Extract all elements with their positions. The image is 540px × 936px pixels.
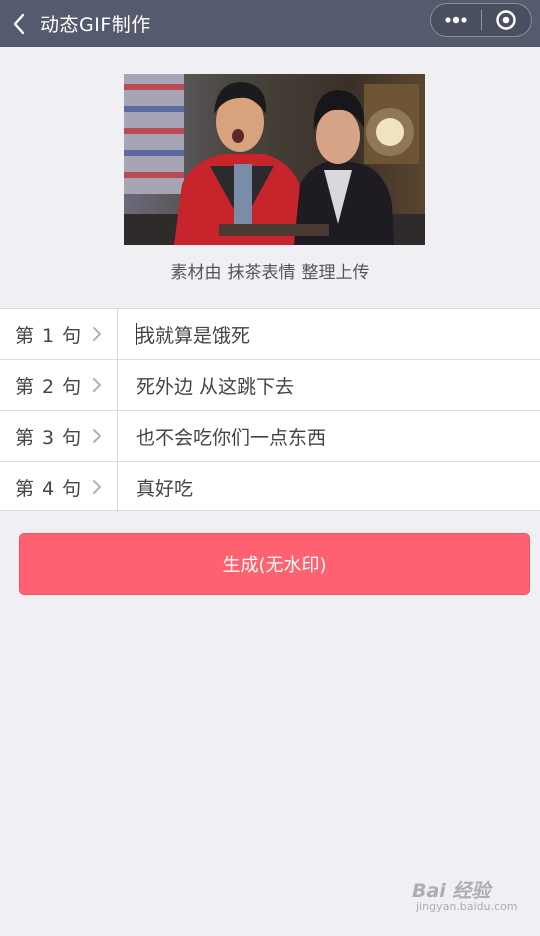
nav-bar: 动态GIF制作 (0, 0, 540, 47)
text-cursor (136, 323, 137, 345)
chevron-right-icon (93, 429, 101, 443)
credit-author: 抹茶表情 (227, 263, 296, 283)
chevron-left-icon (13, 13, 25, 34)
target-close-icon (496, 10, 516, 30)
sentence-label-1[interactable]: 第 1 句 (0, 309, 118, 360)
sentence-label-text: 第 2 句 (15, 376, 83, 398)
sentence-row-1: 第 1 句 (0, 309, 540, 360)
chevron-right-icon (93, 480, 101, 494)
sentence-input-3[interactable] (136, 411, 530, 462)
sentence-input-2[interactable] (136, 360, 530, 411)
sentence-input-1[interactable] (136, 309, 530, 360)
chevron-right-icon (93, 327, 101, 341)
mini-program-capsule (430, 3, 532, 37)
sentence-row-4: 第 4 句 (0, 462, 540, 513)
sentence-list: 第 1 句 第 2 句 第 3 句 第 4 句 (0, 308, 540, 513)
sentence-label-2[interactable]: 第 2 句 (0, 360, 118, 411)
watermark-url: jingyan.baidu.com (416, 900, 518, 913)
sentence-label-text: 第 4 句 (15, 478, 83, 500)
generate-button[interactable]: 生成(无水印) (19, 533, 530, 595)
sentence-label-4[interactable]: 第 4 句 (0, 462, 118, 513)
baidu-jingyan-watermark: Bai 经验 jingyan.baidu.com (412, 874, 518, 918)
watermark-text: Bai 经验 (412, 880, 491, 902)
sentence-label-3[interactable]: 第 3 句 (0, 411, 118, 462)
credit-prefix: 素材由 (170, 263, 222, 283)
gif-preview-image (124, 74, 425, 245)
sentence-label-text: 第 1 句 (15, 325, 83, 347)
page-title: 动态GIF制作 (40, 14, 151, 36)
back-button[interactable] (0, 0, 38, 47)
more-button[interactable] (431, 4, 481, 36)
sentence-row-3: 第 3 句 (0, 411, 540, 462)
more-dots-icon (445, 16, 467, 24)
credit-suffix: 整理上传 (301, 263, 370, 283)
close-button[interactable] (481, 4, 531, 36)
sentence-label-text: 第 3 句 (15, 427, 83, 449)
sentence-row-2: 第 2 句 (0, 360, 540, 411)
sentence-input-4[interactable] (136, 462, 530, 513)
material-credit: 素材由 抹茶表情 整理上传 (0, 258, 540, 283)
chevron-right-icon (93, 378, 101, 392)
